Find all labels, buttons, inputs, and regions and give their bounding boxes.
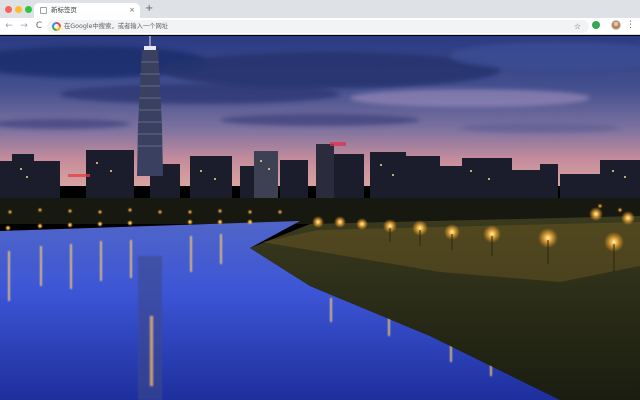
profile-avatar-icon[interactable]	[611, 20, 621, 30]
browser-toolbar: ← → C 在Google中搜索，或者输入一个网址 ☆	[0, 18, 640, 35]
bookmark-star-icon[interactable]: ☆	[574, 20, 581, 33]
tab-new-tab[interactable]: 新标签页 ×	[34, 3, 140, 18]
tab-strip: 新标签页 × +	[0, 0, 640, 18]
browser-menu-icon[interactable]: ⋮	[626, 19, 635, 31]
tab-close-button[interactable]: ×	[129, 5, 135, 16]
google-g-icon	[52, 22, 61, 31]
reload-button[interactable]: C	[33, 20, 45, 32]
forward-button[interactable]: →	[18, 20, 30, 32]
favicon-icon	[40, 7, 47, 14]
extension-icon[interactable]	[592, 21, 600, 29]
address-bar-placeholder: 在Google中搜索，或者输入一个网址	[64, 23, 169, 30]
close-window-button[interactable]	[5, 6, 12, 13]
maximize-window-button[interactable]	[25, 6, 32, 13]
cityscape-image	[0, 36, 640, 400]
tab-title: 新标签页	[51, 6, 77, 14]
new-tab-button[interactable]: +	[145, 3, 153, 15]
minimize-window-button[interactable]	[15, 6, 22, 13]
new-tab-wallpaper	[0, 36, 640, 400]
address-bar[interactable]: 在Google中搜索，或者输入一个网址 ☆	[47, 20, 589, 33]
back-button[interactable]: ←	[3, 20, 15, 32]
